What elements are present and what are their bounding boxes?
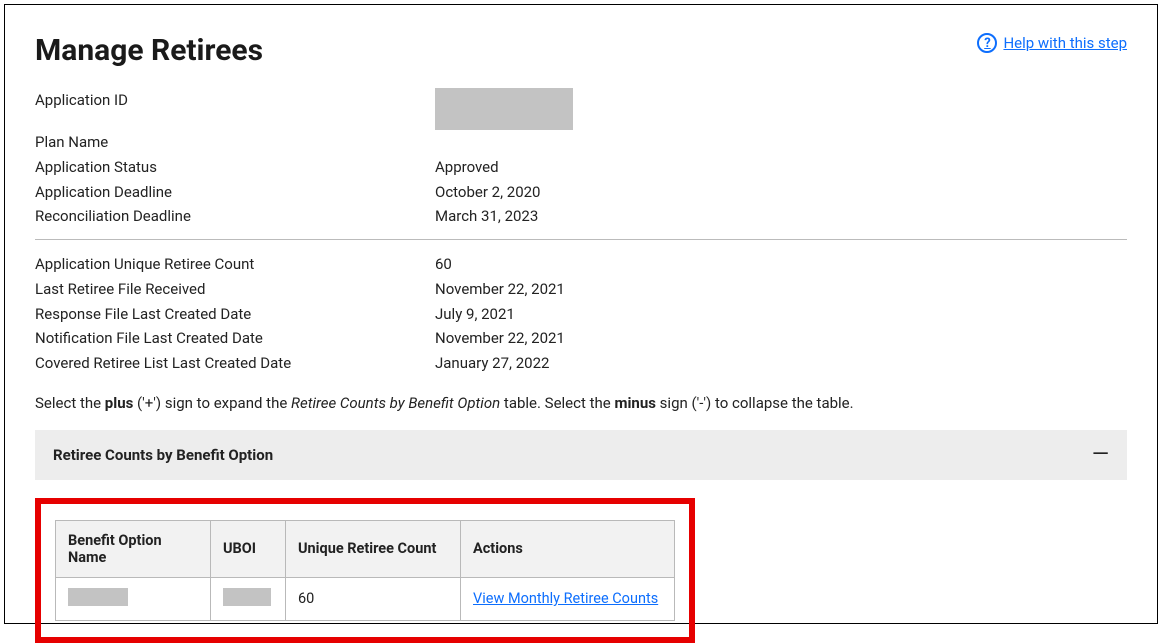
highlight-box: Benefit Option Name UBOI Unique Retiree …	[35, 498, 695, 643]
help-link[interactable]: ? Help with this step	[977, 33, 1127, 53]
app-deadline-label: Application Deadline	[35, 180, 435, 205]
unique-count-value: 60	[435, 252, 1127, 277]
plan-name-label: Plan Name	[35, 130, 435, 155]
table-row: 60 View Monthly Retiree Counts	[56, 577, 675, 620]
covered-list-value: January 27, 2022	[435, 351, 1127, 376]
redacted-cell	[223, 588, 271, 606]
recon-deadline-label: Reconciliation Deadline	[35, 204, 435, 229]
cell-unique-count: 60	[286, 577, 461, 620]
instruction-text: Select the plus ('+') sign to expand the…	[35, 394, 1127, 412]
divider	[35, 239, 1127, 240]
redacted-block	[435, 88, 573, 130]
benefit-table: Benefit Option Name UBOI Unique Retiree …	[55, 520, 675, 621]
notification-file-label: Notification File Last Created Date	[35, 326, 435, 351]
notification-file-value: November 22, 2021	[435, 326, 1127, 351]
th-actions: Actions	[461, 520, 675, 577]
recon-deadline-value: March 31, 2023	[435, 204, 1127, 229]
minus-icon: —	[1092, 444, 1109, 466]
app-id-label: Application ID	[35, 88, 435, 130]
response-file-label: Response File Last Created Date	[35, 302, 435, 327]
app-status-label: Application Status	[35, 155, 435, 180]
th-benefit-option: Benefit Option Name	[56, 520, 211, 577]
app-status-value: Approved	[435, 155, 1127, 180]
response-file-value: July 9, 2021	[435, 302, 1127, 327]
last-file-value: November 22, 2021	[435, 277, 1127, 302]
help-link-label: Help with this step	[1003, 34, 1127, 52]
covered-list-label: Covered Retiree List Last Created Date	[35, 351, 435, 376]
accordion-title: Retiree Counts by Benefit Option	[53, 446, 273, 464]
help-icon: ?	[977, 33, 997, 53]
view-monthly-counts-link[interactable]: View Monthly Retiree Counts	[473, 590, 658, 607]
app-deadline-value: October 2, 2020	[435, 180, 1127, 205]
accordion-toggle[interactable]: Retiree Counts by Benefit Option —	[35, 430, 1127, 480]
last-file-label: Last Retiree File Received	[35, 277, 435, 302]
th-uboi: UBOI	[211, 520, 286, 577]
redacted-cell	[68, 588, 128, 606]
th-unique-count: Unique Retiree Count	[286, 520, 461, 577]
page-title: Manage Retirees	[35, 33, 263, 68]
unique-count-label: Application Unique Retiree Count	[35, 252, 435, 277]
